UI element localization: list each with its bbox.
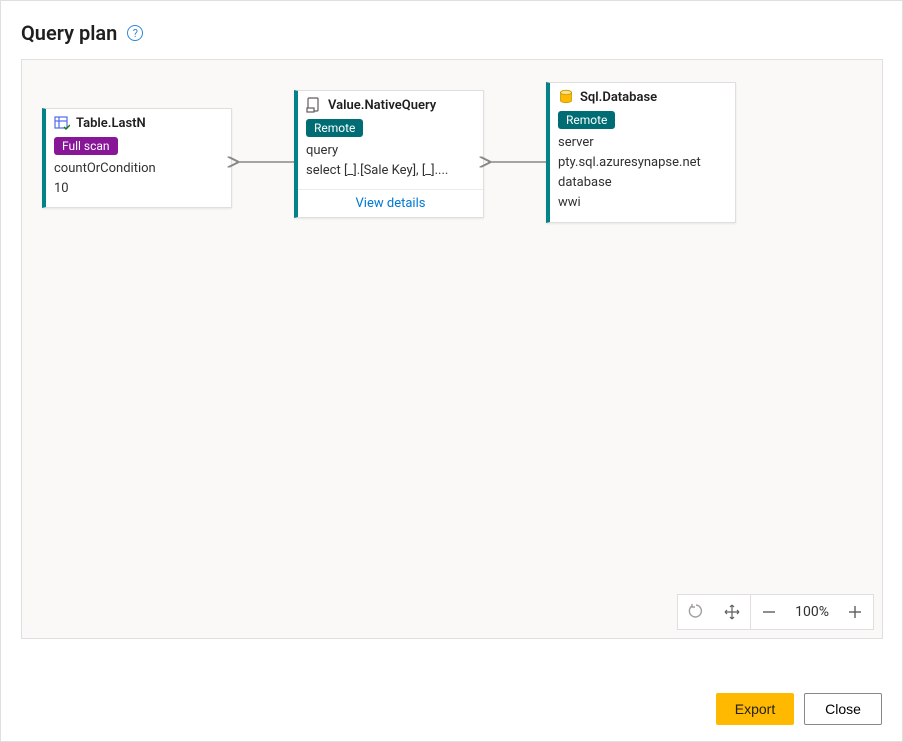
node-table-lastn[interactable]: Table.LastN Full scan countOrCondition 1…: [42, 108, 232, 208]
query-plan-panel: Query plan ? Table.LastN Full scan count…: [0, 0, 903, 742]
zoom-toolbar: 100%: [677, 594, 874, 630]
panel-title: Query plan: [21, 21, 117, 45]
param-label: countOrCondition: [54, 159, 223, 179]
minus-icon: [762, 605, 776, 619]
node-body: countOrCondition 10: [46, 159, 231, 207]
node-header: Sql.Database: [550, 83, 735, 109]
help-icon[interactable]: ?: [127, 25, 143, 41]
param-label: database: [558, 173, 727, 193]
flow-arrow: [484, 156, 546, 168]
param-label: query: [306, 141, 475, 161]
node-title: Value.NativeQuery: [328, 98, 436, 113]
remote-badge: Remote: [558, 111, 615, 129]
native-query-icon: [306, 97, 322, 113]
param-value: wwi: [558, 193, 727, 213]
plus-icon: [848, 605, 862, 619]
param-value: 10: [54, 179, 223, 199]
close-button[interactable]: Close: [804, 693, 882, 725]
reset-view-button[interactable]: [678, 594, 714, 630]
node-body: server pty.sql.azuresynapse.net database…: [550, 133, 735, 222]
node-header: Value.NativeQuery: [298, 91, 483, 117]
full-scan-badge: Full scan: [54, 137, 118, 155]
node-body: query select [_].[Sale Key], [_]....: [298, 141, 483, 189]
table-icon: [54, 115, 70, 131]
param-value: pty.sql.azuresynapse.net: [558, 153, 727, 173]
panel-header: Query plan ?: [21, 21, 882, 45]
footer-buttons: Export Close: [716, 693, 882, 725]
node-title: Table.LastN: [76, 116, 146, 131]
remote-badge: Remote: [306, 119, 363, 137]
export-button[interactable]: Export: [716, 693, 794, 725]
zoom-percentage: 100%: [787, 604, 837, 620]
fit-to-screen-button[interactable]: [714, 594, 750, 630]
node-native-query[interactable]: Value.NativeQuery Remote query select [_…: [294, 90, 484, 218]
node-title: Sql.Database: [580, 90, 657, 105]
node-sql-database[interactable]: Sql.Database Remote server pty.sql.azure…: [546, 82, 736, 223]
node-header: Table.LastN: [46, 109, 231, 135]
zoom-out-button[interactable]: [751, 594, 787, 630]
flow-arrow: [232, 156, 294, 168]
database-icon: [558, 89, 574, 105]
fit-icon: [724, 604, 740, 620]
zoom-in-button[interactable]: [837, 594, 873, 630]
diagram-canvas[interactable]: Table.LastN Full scan countOrCondition 1…: [21, 59, 883, 639]
param-value: select [_].[Sale Key], [_]....: [306, 161, 475, 181]
view-details-link[interactable]: View details: [298, 189, 483, 217]
reset-icon: [688, 604, 704, 620]
param-label: server: [558, 133, 727, 153]
